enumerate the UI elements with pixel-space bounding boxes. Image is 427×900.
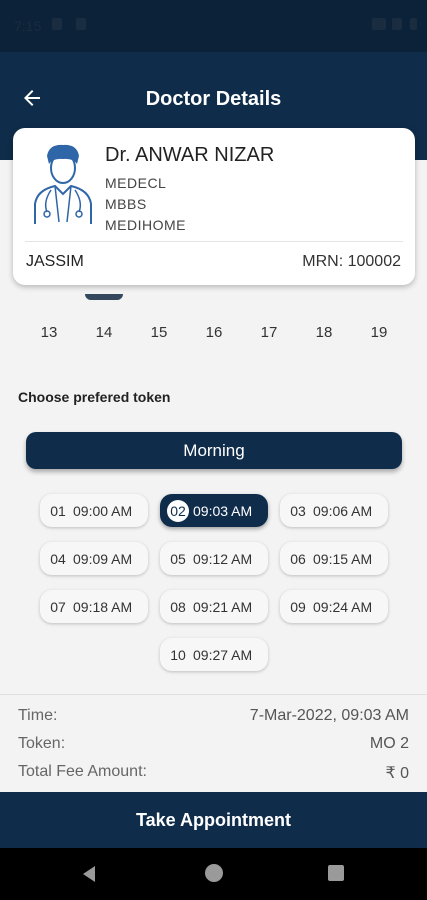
token-number: 05 bbox=[170, 550, 186, 567]
session-morning-button[interactable]: Morning bbox=[26, 432, 402, 469]
date-18[interactable]: 18 bbox=[297, 324, 351, 341]
nav-home-icon[interactable] bbox=[205, 864, 223, 882]
token-05[interactable]: 05 09:12 AM bbox=[160, 542, 268, 575]
patient-mrn: MRN: 100002 bbox=[302, 253, 401, 270]
date-strip: 13 14 15 16 17 18 19 bbox=[22, 324, 406, 341]
doctor-department: MEDECL bbox=[105, 175, 167, 191]
date-14[interactable]: 14 bbox=[77, 324, 131, 341]
token-time: 09:09 AM bbox=[73, 550, 133, 567]
time-label: Time: bbox=[18, 707, 58, 724]
settings-status-icon bbox=[52, 18, 62, 30]
system-nav-bar bbox=[0, 848, 427, 900]
token-time: 09:21 AM bbox=[193, 598, 253, 615]
token-time: 09:03 AM bbox=[193, 502, 253, 519]
doctor-name: Dr. ANWAR NIZAR bbox=[105, 144, 275, 166]
token-time: 09:24 AM bbox=[313, 598, 373, 615]
nav-recents-icon[interactable] bbox=[328, 865, 344, 881]
token-number: 10 bbox=[170, 646, 186, 663]
doctor-avatar-icon bbox=[34, 144, 92, 224]
token-number: 06 bbox=[290, 550, 306, 567]
token-time: 09:27 AM bbox=[193, 646, 253, 663]
token-07[interactable]: 07 09:18 AM bbox=[40, 590, 148, 623]
date-15[interactable]: 15 bbox=[132, 324, 186, 341]
status-bar: 7:15 bbox=[0, 0, 427, 52]
token-time: 09:06 AM bbox=[313, 502, 373, 519]
patient-name: JASSIM bbox=[26, 253, 84, 270]
nav-back-icon[interactable] bbox=[80, 865, 98, 883]
token-number: 01 bbox=[50, 502, 66, 519]
token-01[interactable]: 01 09:00 AM bbox=[40, 494, 148, 527]
date-19[interactable]: 19 bbox=[352, 324, 406, 341]
wifi-icon bbox=[372, 18, 386, 30]
token-02[interactable]: 02 09:03 AM bbox=[160, 494, 268, 527]
doctor-qualification: MBBS bbox=[105, 196, 147, 212]
status-time: 7:15 bbox=[14, 18, 42, 34]
token-06[interactable]: 06 09:15 AM bbox=[280, 542, 388, 575]
token-03[interactable]: 03 09:06 AM bbox=[280, 494, 388, 527]
token-number: 08 bbox=[170, 598, 186, 615]
token-time: 09:00 AM bbox=[73, 502, 133, 519]
summary-divider bbox=[0, 694, 427, 695]
take-appointment-button[interactable]: Take Appointment bbox=[0, 792, 427, 848]
time-value: 7-Mar-2022, 09:03 AM bbox=[249, 707, 409, 724]
token-number: 09 bbox=[290, 598, 306, 615]
battery-icon bbox=[410, 18, 417, 30]
date-17[interactable]: 17 bbox=[242, 324, 296, 341]
token-number: 03 bbox=[290, 502, 306, 519]
card-divider bbox=[25, 241, 403, 242]
token-08[interactable]: 08 09:21 AM bbox=[160, 590, 268, 623]
doctor-hospital: MEDIHOME bbox=[105, 217, 186, 233]
token-10[interactable]: 10 09:27 AM bbox=[160, 638, 268, 671]
fee-value: ₹ 0 bbox=[385, 765, 409, 782]
token-value: MO 2 bbox=[369, 735, 409, 752]
doctor-card: Dr. ANWAR NIZAR MEDECL MBBS MEDIHOME JAS… bbox=[13, 128, 415, 285]
token-time: 09:12 AM bbox=[193, 550, 253, 567]
page-title: Doctor Details bbox=[145, 88, 282, 110]
token-label: Token: bbox=[18, 735, 66, 752]
selected-date-indicator bbox=[85, 294, 123, 300]
signal-icon bbox=[392, 18, 402, 30]
token-number: 04 bbox=[50, 550, 66, 567]
date-16[interactable]: 16 bbox=[187, 324, 241, 341]
token-09[interactable]: 09 09:24 AM bbox=[280, 590, 388, 623]
date-13[interactable]: 13 bbox=[22, 324, 76, 341]
choose-token-label: Choose prefered token bbox=[18, 389, 171, 405]
app-status-icon bbox=[76, 18, 86, 30]
token-number: 07 bbox=[50, 598, 66, 615]
token-number: 02 bbox=[167, 499, 189, 522]
fee-label: Total Fee Amount: bbox=[18, 763, 147, 780]
token-time: 09:18 AM bbox=[73, 598, 133, 615]
token-04[interactable]: 04 09:09 AM bbox=[40, 542, 148, 575]
token-time: 09:15 AM bbox=[313, 550, 373, 567]
